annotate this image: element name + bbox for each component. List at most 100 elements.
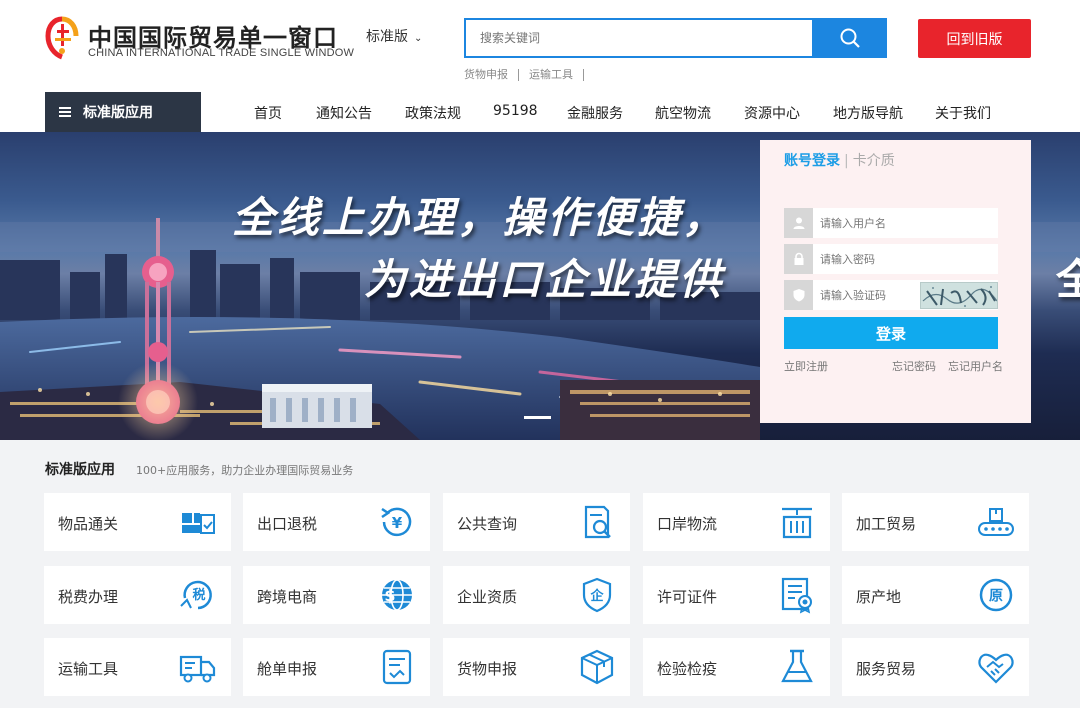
app-category-menu[interactable]: 标准版应用	[45, 92, 201, 132]
standard-apps-section: 标准版应用 100+应用服务，助力企业办理国际贸易业务 物品通关 出口退税 ¥ …	[0, 440, 1080, 708]
license-certificate-icon	[778, 576, 816, 614]
app-card-license[interactable]: 许可证件	[643, 566, 830, 624]
app-card-label: 许可证件	[657, 588, 718, 606]
user-icon	[784, 208, 813, 238]
divider	[518, 69, 519, 81]
login-panel: 账号登录|卡介质 登录 立即注册 忘记密码 忘记用户名	[760, 140, 1031, 423]
app-card-inspection-quarantine[interactable]: 检验检疫	[643, 638, 830, 696]
app-card-transport[interactable]: 运输工具	[44, 638, 231, 696]
chevron-down-icon: ⌄	[414, 33, 423, 44]
app-card-label: 舱单申报	[257, 660, 318, 678]
banner-slogan-line2: 为进出口企业提供	[364, 255, 725, 304]
search-button[interactable]	[812, 18, 887, 58]
forgot-username-link[interactable]: 忘记用户名	[948, 358, 1003, 374]
login-button[interactable]: 登录	[784, 317, 998, 349]
search-box	[464, 18, 887, 58]
tax-payment-icon: 税	[179, 576, 217, 614]
tax-refund-icon: ¥	[378, 503, 416, 541]
app-card-enterprise-qualification[interactable]: 企业资质 企	[443, 566, 630, 624]
password-input[interactable]	[820, 244, 940, 274]
goods-clearance-icon	[179, 503, 217, 541]
password-field	[784, 244, 998, 274]
logo-subtitle: CHINA INTERNATIONAL TRADE SINGLE WINDOW	[88, 47, 355, 59]
main-nav: 标准版应用 首页 通知公告 政策法规 95198 金融服务 航空物流 资源中心 …	[0, 92, 1080, 132]
hot-search-links: 货物申报 运输工具	[464, 66, 594, 82]
app-card-cross-border-ecommerce[interactable]: 跨境电商 $	[243, 566, 430, 624]
banner-slogan-line1: 全线上办理，操作便捷，	[232, 193, 728, 242]
banner-slogan-edge: 全	[1056, 255, 1080, 304]
login-tabs: 账号登录 | 卡介质	[784, 150, 895, 170]
search-input[interactable]	[466, 20, 812, 56]
app-card-label: 加工贸易	[856, 515, 917, 533]
app-card-label: 原产地	[856, 588, 902, 606]
shield-icon	[784, 280, 813, 310]
search-icon	[840, 28, 860, 48]
processing-trade-icon	[977, 503, 1015, 541]
app-card-label: 服务贸易	[856, 660, 917, 678]
nav-item-air-logistics[interactable]: 航空物流	[655, 103, 711, 123]
hot-link[interactable]: 货物申报	[464, 68, 508, 81]
carousel-indicator[interactable]	[524, 416, 551, 419]
tab-card-media[interactable]: 卡介质	[853, 153, 895, 169]
app-card-label: 企业资质	[457, 588, 518, 606]
app-card-label: 运输工具	[58, 660, 119, 678]
app-card-service-trade[interactable]: 服务贸易	[842, 638, 1029, 696]
nav-item-finance[interactable]: 金融服务	[567, 103, 623, 123]
origin-icon: 原	[977, 576, 1015, 614]
app-card-processing-trade[interactable]: 加工贸易	[842, 493, 1029, 551]
app-card-public-query[interactable]: 公共查询	[443, 493, 630, 551]
captcha-field	[784, 280, 998, 310]
nav-item-policies[interactable]: 政策法规	[405, 103, 461, 123]
divider: |	[844, 153, 849, 169]
flask-icon	[778, 648, 816, 686]
enterprise-qualification-icon: 企	[578, 576, 616, 614]
app-card-goods-clearance[interactable]: 物品通关	[44, 493, 231, 551]
truck-icon	[179, 648, 217, 686]
nav-item-about[interactable]: 关于我们	[935, 103, 991, 123]
cargo-box-icon	[578, 648, 616, 686]
svg-text:$: $	[384, 586, 395, 605]
app-card-cargo-declaration[interactable]: 货物申报	[443, 638, 630, 696]
nav-item-notices[interactable]: 通知公告	[316, 103, 372, 123]
hot-link[interactable]: 运输工具	[529, 68, 573, 81]
app-card-label: 检验检疫	[657, 660, 718, 678]
site-header: 中国国际贸易单一窗口 CHINA INTERNATIONAL TRADE SIN…	[0, 0, 1080, 92]
register-link[interactable]: 立即注册	[784, 358, 828, 374]
app-card-label: 跨境电商	[257, 588, 318, 606]
divider	[583, 69, 584, 81]
nav-item-local-nav[interactable]: 地方版导航	[833, 103, 903, 123]
forgot-password-link[interactable]: 忘记密码	[892, 358, 936, 374]
old-version-button[interactable]: 回到旧版	[918, 19, 1031, 58]
app-card-tax-refund[interactable]: 出口退税 ¥	[243, 493, 430, 551]
nav-item-resources[interactable]: 资源中心	[744, 103, 800, 123]
logo-emblem-icon	[45, 16, 79, 60]
menu-icon	[59, 105, 71, 119]
svg-text:企: 企	[589, 588, 604, 604]
svg-text:原: 原	[989, 589, 1003, 605]
captcha-image[interactable]	[920, 282, 998, 309]
app-card-label: 公共查询	[457, 515, 518, 533]
section-subtitle: 100+应用服务，助力企业办理国际贸易业务	[136, 464, 354, 477]
username-field	[784, 208, 998, 238]
tab-account-login[interactable]: 账号登录	[784, 153, 840, 169]
app-card-manifest[interactable]: 舱单申报	[243, 638, 430, 696]
svg-text:¥: ¥	[392, 514, 403, 532]
edition-label: 标准版	[366, 29, 408, 45]
username-input[interactable]	[820, 208, 940, 238]
app-card-label: 货物申报	[457, 660, 518, 678]
cross-border-ecommerce-icon: $	[378, 576, 416, 614]
port-logistics-icon	[778, 503, 816, 541]
nav-item-home[interactable]: 首页	[254, 103, 282, 123]
edition-selector[interactable]: 标准版 ⌄	[366, 26, 422, 46]
app-card-port-logistics[interactable]: 口岸物流	[643, 493, 830, 551]
app-card-label: 税费办理	[58, 588, 119, 606]
app-card-label: 口岸物流	[657, 515, 718, 533]
app-card-label: 物品通关	[58, 515, 119, 533]
section-title: 标准版应用	[45, 462, 115, 478]
public-query-icon	[578, 503, 616, 541]
app-category-label: 标准版应用	[83, 105, 153, 121]
site-logo[interactable]: 中国国际贸易单一窗口 CHINA INTERNATIONAL TRADE SIN…	[44, 16, 354, 62]
nav-item-hotline[interactable]: 95198	[493, 103, 538, 119]
app-card-origin[interactable]: 原产地 原	[842, 566, 1029, 624]
app-card-tax-payment[interactable]: 税费办理 税	[44, 566, 231, 624]
